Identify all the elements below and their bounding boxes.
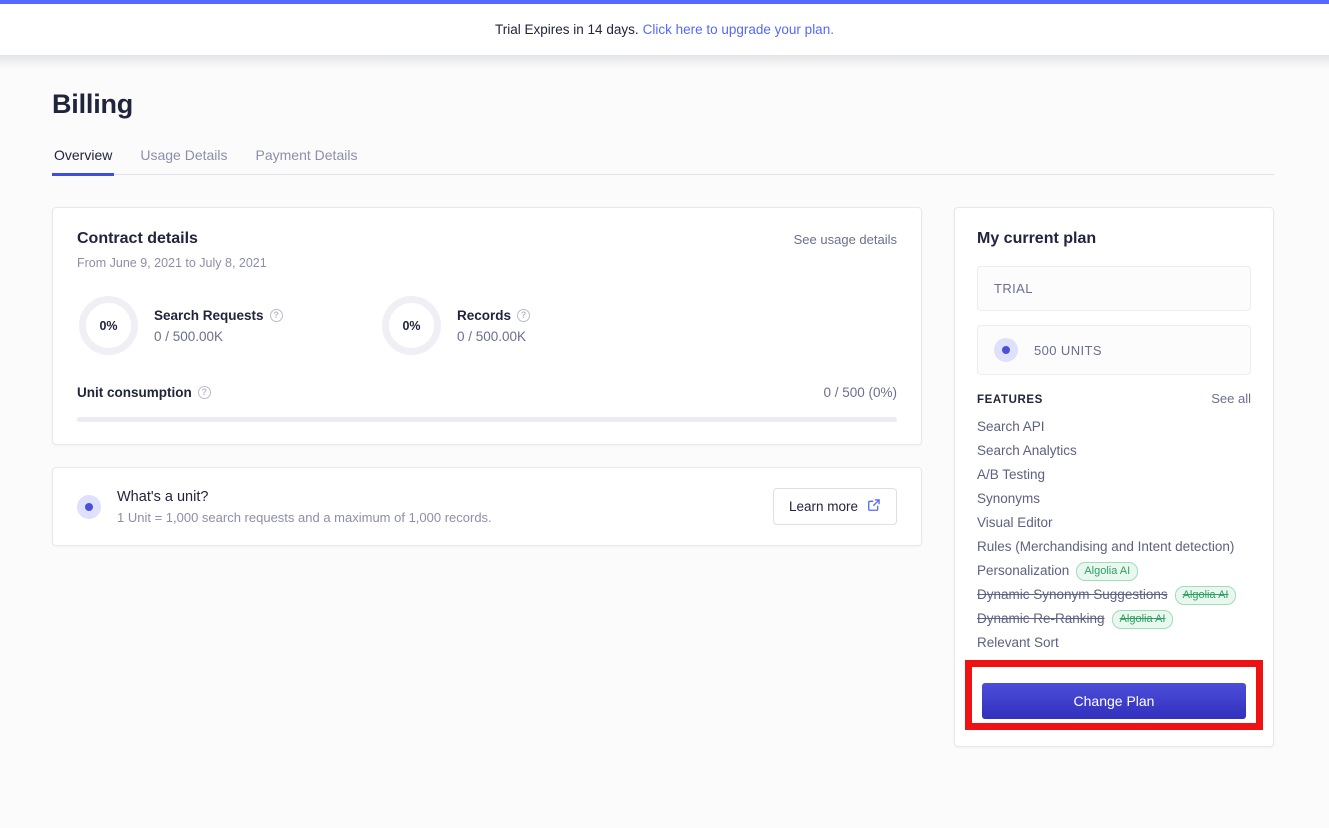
tab-payment-details[interactable]: Payment Details bbox=[254, 147, 360, 176]
see-all-features-link[interactable]: See all bbox=[1211, 391, 1251, 406]
algolia-ai-badge: Algolia AI bbox=[1111, 609, 1174, 629]
feature-name: Personalization bbox=[977, 563, 1070, 578]
content-columns: Contract details From June 9, 2021 to Ju… bbox=[52, 207, 1277, 747]
feature-name: A/B Testing bbox=[977, 467, 1046, 482]
unit-info-title: What's a unit? bbox=[117, 488, 209, 505]
list-item: Visual Editor bbox=[977, 511, 1251, 535]
whats-a-unit-card: What's a unit? 1 Unit = 1,000 search req… bbox=[52, 467, 922, 546]
change-plan-button[interactable]: Change Plan bbox=[982, 683, 1246, 719]
feature-name: Dynamic Re-Ranking bbox=[977, 611, 1105, 626]
contract-date-range: From June 9, 2021 to July 8, 2021 bbox=[77, 256, 267, 270]
sidebar-column: My current plan TRIAL 500 UNITS FEATURES… bbox=[954, 207, 1274, 747]
trial-banner: Trial Expires in 14 days. Click here to … bbox=[0, 4, 1329, 55]
list-item: Relevant Sort bbox=[977, 631, 1251, 655]
unit-consumption-progress-bar bbox=[77, 417, 897, 422]
question-circle-icon[interactable]: ? bbox=[197, 386, 211, 399]
billing-tabs: Overview Usage Details Payment Details bbox=[52, 146, 1274, 176]
records-label: Records bbox=[457, 307, 512, 323]
records-info: Records ? 0 / 500.00K bbox=[457, 307, 531, 344]
algolia-ai-badge: Algolia AI bbox=[1174, 585, 1237, 605]
list-item: Rules (Merchandising and Intent detectio… bbox=[977, 535, 1251, 559]
records-label-row: Records ? bbox=[457, 307, 531, 323]
search-requests-label-row: Search Requests ? bbox=[154, 308, 283, 323]
learn-more-label: Learn more bbox=[788, 499, 858, 514]
list-item: Dynamic Synonym Suggestions Algolia AI bbox=[977, 583, 1251, 607]
question-circle-icon[interactable]: ? bbox=[517, 308, 531, 322]
plan-units-label: 500 UNITS bbox=[1034, 342, 1102, 358]
tab-usage-details[interactable]: Usage Details bbox=[138, 147, 229, 176]
feature-name: Relevant Sort bbox=[977, 635, 1059, 650]
tab-overview[interactable]: Overview bbox=[52, 147, 115, 176]
change-plan-highlight-annotation: Change Plan bbox=[965, 660, 1263, 730]
feature-name: Search Analytics bbox=[977, 443, 1077, 458]
see-usage-details-link[interactable]: See usage details bbox=[794, 232, 897, 247]
plan-units-box: 500 UNITS bbox=[977, 325, 1251, 375]
metric-records: 0% Records ? 0 / 500.00K bbox=[382, 296, 685, 355]
learn-more-button[interactable]: Learn more bbox=[772, 488, 897, 525]
unit-info-description: 1 Unit = 1,000 search requests and a max… bbox=[117, 509, 492, 525]
list-item: Search Analytics bbox=[977, 439, 1251, 463]
unit-consumption-label-row: Unit consumption ? bbox=[77, 385, 211, 400]
feature-name: Search API bbox=[977, 419, 1045, 434]
external-link-icon bbox=[867, 498, 881, 515]
bullet-dot-icon bbox=[994, 338, 1018, 362]
contract-details-card: Contract details From June 9, 2021 to Ju… bbox=[52, 207, 922, 445]
feature-name: Dynamic Synonym Suggestions bbox=[977, 587, 1168, 602]
unit-consumption-section: Unit consumption ? 0 / 500 (0%) bbox=[77, 385, 897, 422]
records-donut: 0% bbox=[382, 296, 441, 355]
records-value: 0 / 500.00K bbox=[457, 328, 527, 344]
list-item: Search API bbox=[977, 415, 1251, 439]
current-plan-title: My current plan bbox=[977, 230, 1097, 247]
search-requests-label: Search Requests bbox=[154, 307, 264, 323]
records-percent: 0% bbox=[402, 318, 421, 333]
contract-details-title: Contract details bbox=[77, 230, 198, 247]
unit-consumption-value: 0 / 500 (0%) bbox=[823, 385, 897, 400]
search-requests-percent: 0% bbox=[99, 318, 118, 333]
feature-name: Visual Editor bbox=[977, 515, 1053, 530]
question-circle-icon[interactable]: ? bbox=[269, 308, 283, 322]
search-requests-info: Search Requests ? 0 / 500.00K bbox=[154, 308, 283, 344]
upgrade-plan-link[interactable]: Click here to upgrade your plan. bbox=[643, 22, 834, 37]
unit-consumption-label: Unit consumption bbox=[77, 385, 192, 400]
metric-search-requests: 0% Search Requests ? 0 / 500.00K bbox=[79, 296, 382, 355]
list-item: Dynamic Re-Ranking Algolia AI bbox=[977, 607, 1251, 631]
usage-metrics: 0% Search Requests ? 0 / 500.00K 0% Reco… bbox=[77, 296, 897, 355]
plan-tier-label: TRIAL bbox=[994, 281, 1033, 296]
features-list: Search API Search Analytics A/B Testing … bbox=[977, 415, 1251, 655]
search-requests-value: 0 / 500.00K bbox=[154, 328, 224, 344]
list-item: A/B Testing bbox=[977, 463, 1251, 487]
current-plan-card: My current plan TRIAL 500 UNITS FEATURES… bbox=[954, 207, 1274, 747]
main-column: Contract details From June 9, 2021 to Ju… bbox=[52, 207, 922, 747]
trial-banner-text: Trial Expires in 14 days. bbox=[495, 22, 639, 37]
page-title: Billing bbox=[52, 89, 134, 119]
contract-header: Contract details From June 9, 2021 to Ju… bbox=[77, 230, 897, 270]
unit-consumption-row: Unit consumption ? 0 / 500 (0%) bbox=[77, 385, 897, 400]
features-title: FEATURES bbox=[977, 394, 1043, 406]
contract-heading-group: Contract details From June 9, 2021 to Ju… bbox=[77, 230, 267, 270]
plan-tier-box: TRIAL bbox=[977, 266, 1251, 311]
page-body: Billing Overview Usage Details Payment D… bbox=[0, 55, 1329, 828]
feature-name: Synonyms bbox=[977, 491, 1041, 506]
bullet-dot-icon bbox=[77, 494, 101, 519]
algolia-ai-badge: Algolia AI bbox=[1076, 561, 1139, 581]
feature-name: Rules (Merchandising and Intent detectio… bbox=[977, 539, 1235, 554]
features-header: FEATURES See all bbox=[977, 391, 1251, 406]
search-requests-donut: 0% bbox=[79, 296, 138, 355]
list-item: Synonyms bbox=[977, 487, 1251, 511]
list-item: Personalization Algolia AI bbox=[977, 559, 1251, 583]
unit-info-text: What's a unit? 1 Unit = 1,000 search req… bbox=[117, 489, 757, 525]
